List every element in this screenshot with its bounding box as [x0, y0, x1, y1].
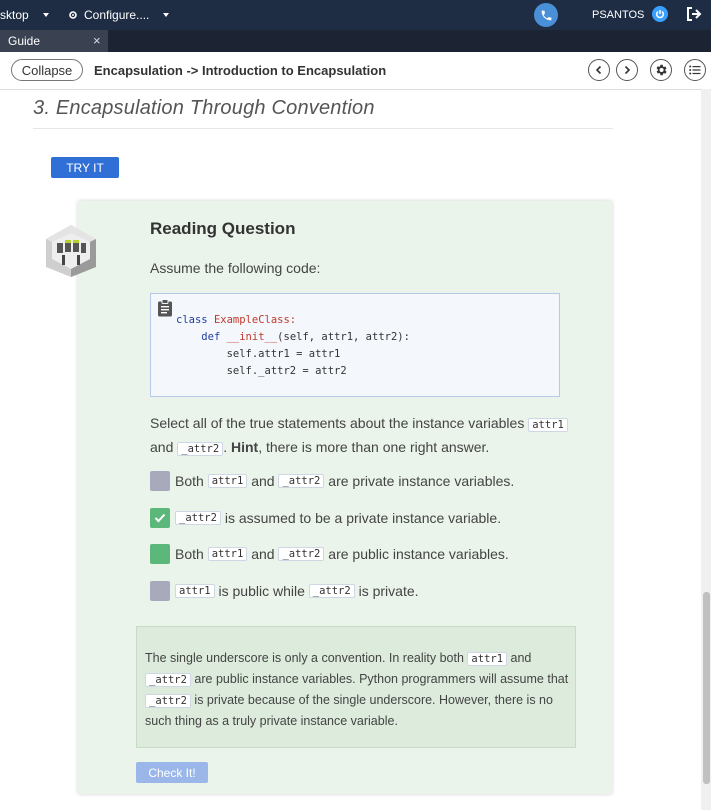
- checkbox[interactable]: [150, 544, 170, 564]
- checkbox-checked[interactable]: [150, 508, 170, 528]
- divider: [33, 128, 613, 129]
- hint-label: Hint: [230, 439, 259, 455]
- logout-icon[interactable]: [686, 6, 702, 25]
- previous-button[interactable]: [588, 59, 610, 81]
- inline-code: _attr2: [308, 584, 355, 598]
- prompt-text: Select all of the true statements about …: [150, 415, 525, 431]
- option-text: is assumed to be a private instance vari…: [224, 510, 502, 526]
- code-line: self._attr2 = attr2: [226, 365, 347, 377]
- feedback-panel: The single underscore is only a conventi…: [136, 626, 576, 748]
- code-block: class ExampleClass: def __init__(self, a…: [150, 293, 560, 397]
- contents-button[interactable]: [684, 59, 706, 81]
- code-keyword: class: [176, 314, 208, 326]
- inline-code: attr1: [207, 547, 248, 561]
- answer-option-2[interactable]: _attr2 is assumed to be a private instan…: [150, 508, 501, 528]
- configure-menu[interactable]: Configure....: [68, 8, 170, 22]
- feedback-text: The single underscore is only a conventi…: [145, 648, 569, 731]
- code-method-name: __init__: [226, 331, 278, 343]
- code-keyword: def: [201, 331, 221, 343]
- desktop-menu-label: sktop: [0, 8, 29, 22]
- gear-icon: [656, 64, 667, 76]
- feedback-part: is private because of the single undersc…: [145, 693, 553, 728]
- option-text: is public while: [218, 583, 305, 599]
- username[interactable]: PSANTOS: [592, 9, 644, 21]
- code-line: self.attr1 = attr1: [226, 348, 341, 360]
- breadcrumb-bar: Collapse Encapsulation -> Introduction t…: [0, 52, 711, 90]
- question-prompt: Select all of the true statements about …: [150, 412, 570, 460]
- inline-code: attr1: [467, 652, 508, 666]
- code-class-name: ExampleClass:: [213, 314, 297, 326]
- breadcrumb: Encapsulation -> Introduction to Encapsu…: [94, 63, 387, 78]
- option-text: are public instance variables.: [328, 546, 509, 562]
- power-icon[interactable]: [652, 6, 668, 22]
- phone-icon: [541, 10, 551, 20]
- inline-code: _attr2: [278, 474, 325, 488]
- tab-bar: Guide ×: [0, 30, 711, 52]
- inline-code: _attr2: [175, 511, 221, 525]
- checkbox[interactable]: [150, 581, 170, 601]
- question-title: Reading Question: [150, 219, 296, 238]
- option-text: is private.: [358, 583, 419, 599]
- prompt-text: , there is more than one right answer.: [258, 439, 490, 455]
- question-intro: Assume the following code:: [150, 260, 321, 276]
- chevron-right-icon: [624, 65, 631, 75]
- option-text: Both: [175, 473, 204, 489]
- scrollbar-thumb[interactable]: [703, 592, 710, 784]
- option-text: and: [251, 546, 275, 562]
- feedback-part: The single underscore is only a conventi…: [145, 651, 464, 665]
- collapse-button[interactable]: Collapse: [11, 59, 83, 81]
- inline-code: _attr2: [278, 547, 325, 561]
- inline-code: attr1: [175, 584, 215, 598]
- tab-label: Guide: [8, 34, 41, 48]
- check-it-button[interactable]: Check It!: [136, 762, 208, 783]
- answer-option-3[interactable]: Both attr1 and _attr2 are public instanc…: [150, 544, 509, 564]
- chevron-down-icon: [163, 13, 170, 17]
- option-text: and: [251, 473, 275, 489]
- gear-small-icon: [69, 11, 77, 19]
- inline-code: _attr2: [145, 673, 191, 687]
- clipboard-icon[interactable]: [157, 299, 173, 317]
- option-text: are private instance variables.: [328, 473, 515, 489]
- chevron-down-icon: [42, 13, 49, 17]
- try-it-button[interactable]: TRY IT: [51, 157, 119, 178]
- desktop-menu[interactable]: sktop: [0, 8, 49, 22]
- next-button[interactable]: [616, 59, 638, 81]
- code-params: (self, attr1, attr2):: [277, 331, 410, 343]
- inline-code: _attr2: [145, 694, 191, 708]
- inline-code: attr1: [528, 418, 568, 432]
- prompt-text: and: [150, 439, 174, 455]
- tab-guide[interactable]: Guide ×: [0, 30, 108, 52]
- code-text: class ExampleClass: def __init__(self, a…: [176, 312, 410, 380]
- feedback-part: and: [510, 651, 532, 665]
- inline-code: attr1: [207, 474, 248, 488]
- owl-logo-icon: [46, 225, 96, 277]
- answer-option-4[interactable]: attr1 is public while _attr2 is private.: [150, 581, 419, 601]
- close-icon[interactable]: ×: [93, 33, 101, 48]
- checkbox[interactable]: [150, 471, 170, 491]
- check-icon: [154, 513, 166, 523]
- option-text: Both: [175, 546, 204, 562]
- configure-menu-label: Configure....: [84, 8, 150, 22]
- inline-code: _attr2: [177, 442, 224, 456]
- settings-button[interactable]: [650, 59, 672, 81]
- section-title: 3. Encapsulation Through Convention: [33, 97, 375, 119]
- feedback-part: are public instance variables. Python pr…: [194, 672, 569, 686]
- phone-button[interactable]: [534, 3, 558, 27]
- chevron-left-icon: [595, 65, 602, 75]
- list-icon: [689, 65, 701, 75]
- answer-option-1[interactable]: Both attr1 and _attr2 are private instan…: [150, 471, 514, 491]
- top-bar: sktop Configure.... PSANTOS: [0, 0, 711, 30]
